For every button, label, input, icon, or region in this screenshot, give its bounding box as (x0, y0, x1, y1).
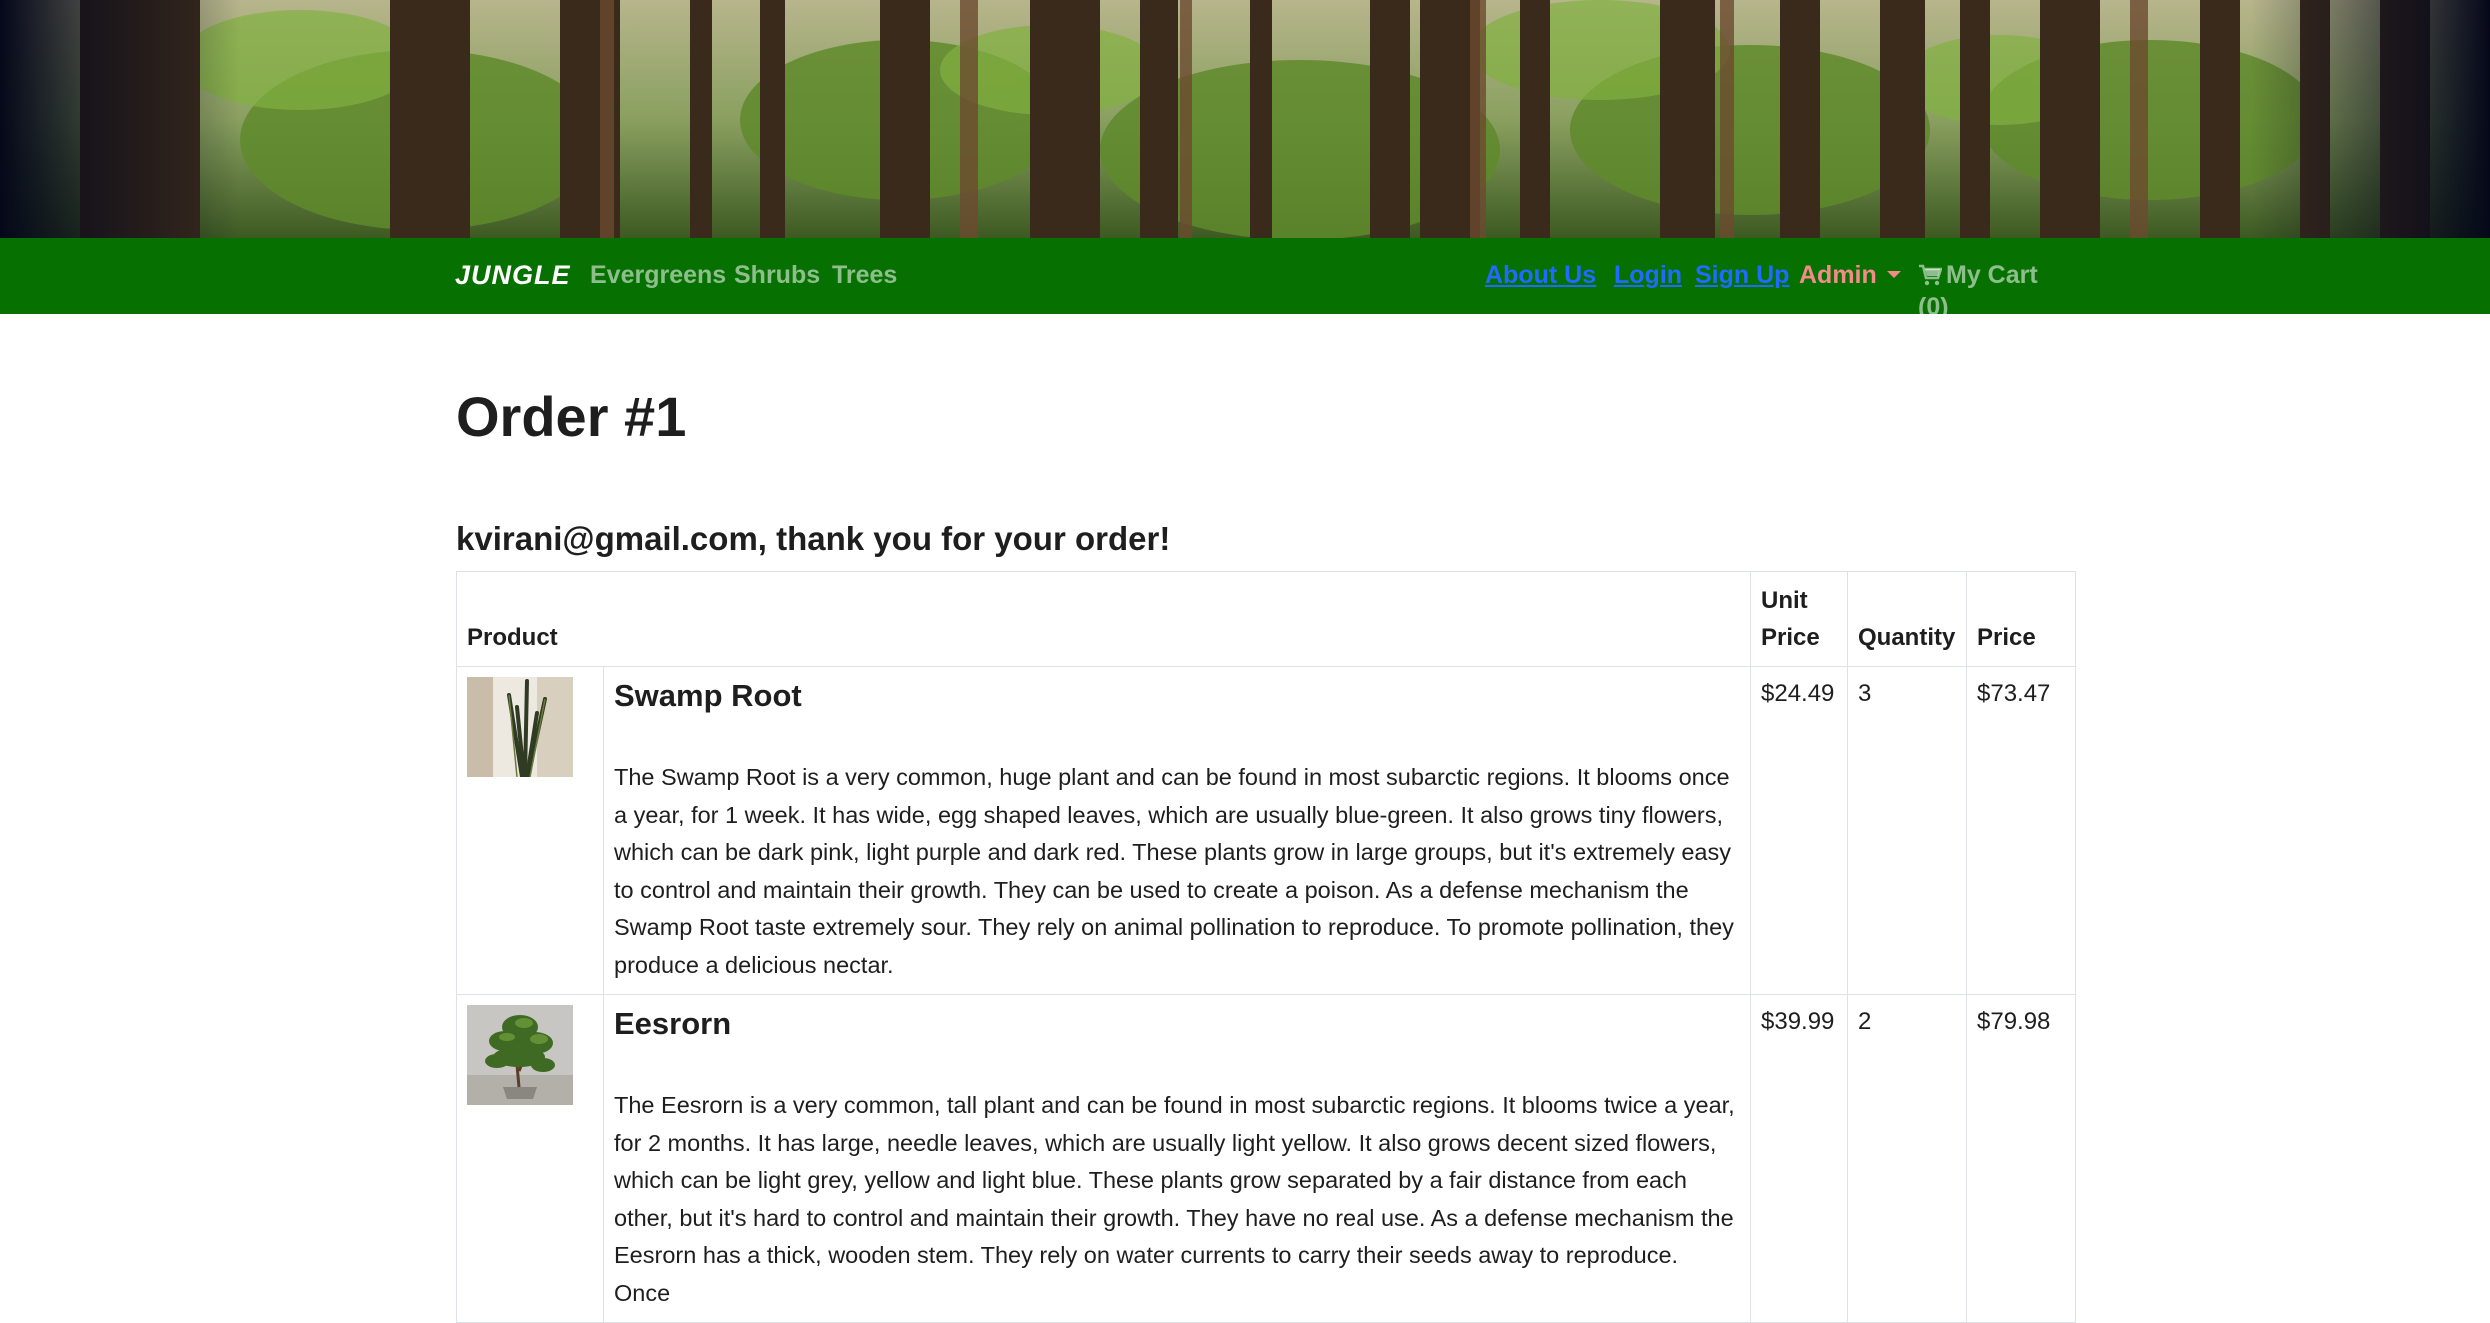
header-quantity: Quantity (1847, 571, 1967, 667)
quantity-cell: 2 (1847, 994, 1967, 1323)
navbar: JUNGLE Evergreens Shrubs Trees About Us … (0, 238, 2490, 321)
brand-logo[interactable]: JUNGLE (455, 260, 571, 291)
thank-you-message: kvirani@gmail.com, thank you for your or… (456, 520, 1171, 557)
product-image-swamp-root (467, 677, 573, 777)
header-unit-price: Unit Price (1750, 571, 1848, 667)
product-image-cell (456, 666, 604, 995)
price-cell: $73.47 (1966, 666, 2076, 995)
admin-dropdown[interactable]: Admin (1799, 261, 1901, 290)
navbar-container: JUNGLE Evergreens Shrubs Trees About Us … (455, 238, 2075, 321)
product-description: The Eesrorn is a very common, tall plant… (614, 1092, 1735, 1306)
order-items-table: Product Unit Price Quantity Price Swamp … (456, 571, 2076, 1323)
hero-banner (0, 0, 2490, 238)
product-info-cell: Eesrorn The Eesrorn is a very common, ta… (603, 994, 1751, 1323)
admin-label: Admin (1799, 261, 1877, 289)
table-row: Swamp Root The Swamp Root is a very comm… (456, 666, 2076, 995)
product-name: Swamp Root (614, 678, 802, 713)
nav-link-sign-up[interactable]: Sign Up (1695, 261, 1789, 290)
unit-price-cell: $24.49 (1750, 666, 1848, 995)
product-image-eesrorn (467, 1005, 573, 1105)
cart-icon (1918, 264, 1943, 293)
price-cell: $79.98 (1966, 994, 2076, 1323)
cart-link[interactable]: My Cart (0) (1918, 261, 2075, 322)
product-info-cell: Swamp Root The Swamp Root is a very comm… (603, 666, 1751, 995)
nav-link-trees[interactable]: Trees (832, 261, 897, 290)
product-description: The Swamp Root is a very common, huge pl… (614, 764, 1734, 978)
nav-link-login[interactable]: Login (1614, 261, 1682, 290)
product-name: Eesrorn (614, 1006, 732, 1041)
table-header-row: Product Unit Price Quantity Price (456, 571, 2076, 667)
quantity-cell: 3 (1847, 666, 1967, 995)
product-image-cell (456, 994, 604, 1323)
chevron-down-icon (1886, 271, 1901, 278)
page-title: Order #1 (456, 385, 687, 448)
header-price: Price (1966, 571, 2076, 667)
header-product: Product (456, 571, 1751, 667)
forest-banner-image (0, 0, 2490, 238)
unit-price-cell: $39.99 (1750, 994, 1848, 1323)
table-row: Eesrorn The Eesrorn is a very common, ta… (456, 994, 2076, 1323)
nav-link-shrubs[interactable]: Shrubs (734, 261, 820, 290)
nav-link-about-us[interactable]: About Us (1485, 261, 1596, 290)
nav-link-evergreens[interactable]: Evergreens (590, 261, 726, 290)
